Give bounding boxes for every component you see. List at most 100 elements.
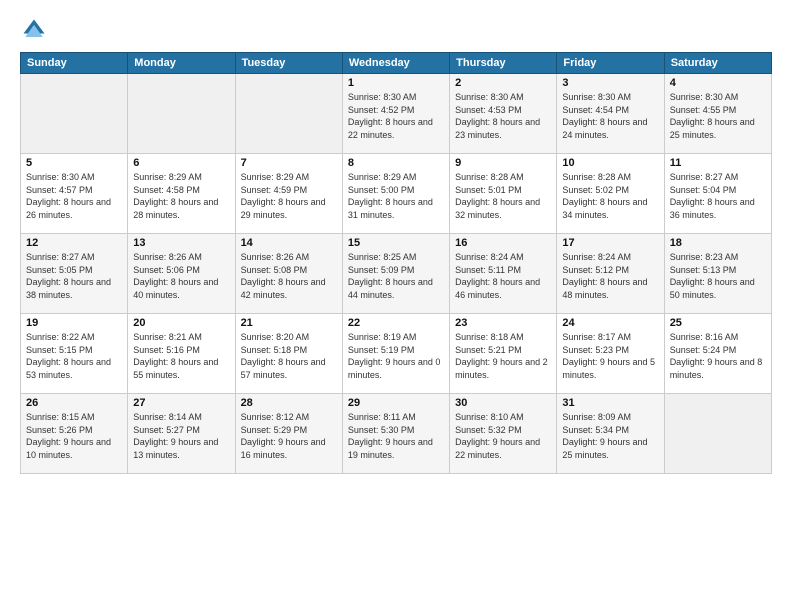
- day-cell: 14Sunrise: 8:26 AMSunset: 5:08 PMDayligh…: [235, 234, 342, 314]
- day-info: Sunrise: 8:29 AMSunset: 4:59 PMDaylight:…: [241, 171, 337, 221]
- day-number: 1: [348, 77, 444, 89]
- page: SundayMondayTuesdayWednesdayThursdayFrid…: [0, 0, 792, 612]
- day-cell: 30 Sunrise: 8:10 AMSunset: 5:32 PMDayligh…: [450, 394, 557, 474]
- day-info: Sunrise: 8:28 AMSunset: 5:02 PMDaylight:…: [562, 171, 658, 221]
- day-number: 5: [26, 157, 122, 169]
- weekday-header-row: SundayMondayTuesdayWednesdayThursdayFrid…: [21, 53, 772, 74]
- day-cell: 1 Sunrise: 8:30 AMSunset: 4:52 PMDaylight…: [342, 74, 449, 154]
- week-row-3: 12 Sunrise: 8:27 AMSunset: 5:05 PMDayligh…: [21, 234, 772, 314]
- day-number: 15: [348, 237, 444, 249]
- day-cell: 19 Sunrise: 8:22 AMSunset: 5:15 PMDayligh…: [21, 314, 128, 394]
- day-info: Sunrise: 8:25 AMSunset: 5:09 PMDaylight:…: [348, 251, 444, 301]
- day-cell: 5 Sunrise: 8:30 AMSunset: 4:57 PMDaylight…: [21, 154, 128, 234]
- day-cell: [664, 394, 771, 474]
- weekday-wednesday: Wednesday: [342, 53, 449, 74]
- day-info: Sunrise: 8:21 AMSunset: 5:16 PMDaylight:…: [133, 331, 229, 381]
- day-number: 20: [133, 317, 229, 329]
- day-number: 4: [670, 77, 766, 89]
- day-number: 7: [241, 157, 337, 169]
- day-number: 26: [26, 397, 122, 409]
- day-cell: 22Sunrise: 8:19 AMSunset: 5:19 PMDayligh…: [342, 314, 449, 394]
- day-info: Sunrise: 8:09 AMSunset: 5:34 PMDaylight:…: [562, 411, 658, 461]
- day-info: Sunrise: 8:30 AMSunset: 4:57 PMDaylight:…: [26, 171, 122, 221]
- day-info: Sunrise: 8:24 AMSunset: 5:12 PMDaylight:…: [562, 251, 658, 301]
- day-cell: 16 Sunrise: 8:24 AMSunset: 5:11 PMDayligh…: [450, 234, 557, 314]
- weekday-tuesday: Tuesday: [235, 53, 342, 74]
- day-cell: 12 Sunrise: 8:27 AMSunset: 5:05 PMDayligh…: [21, 234, 128, 314]
- day-cell: 9 Sunrise: 8:28 AMSunset: 5:01 PMDaylight…: [450, 154, 557, 234]
- day-cell: 15 Sunrise: 8:25 AMSunset: 5:09 PMDayligh…: [342, 234, 449, 314]
- day-number: 12: [26, 237, 122, 249]
- day-cell: 4 Sunrise: 8:30 AMSunset: 4:55 PMDaylight…: [664, 74, 771, 154]
- day-cell: 13 Sunrise: 8:26 AMSunset: 5:06 PMDayligh…: [128, 234, 235, 314]
- day-info: Sunrise: 8:22 AMSunset: 5:15 PMDaylight:…: [26, 331, 122, 381]
- week-row-1: 1 Sunrise: 8:30 AMSunset: 4:52 PMDaylight…: [21, 74, 772, 154]
- logo-icon: [20, 16, 48, 44]
- day-cell: 31 Sunrise: 8:09 AMSunset: 5:34 PMDayligh…: [557, 394, 664, 474]
- day-cell: 27Sunrise: 8:14 AMSunset: 5:27 PMDayligh…: [128, 394, 235, 474]
- day-info: Sunrise: 8:11 AMSunset: 5:30 PMDaylight:…: [348, 411, 444, 461]
- day-number: 18: [670, 237, 766, 249]
- day-number: 24: [562, 317, 658, 329]
- day-info: Sunrise: 8:18 AMSunset: 5:21 PMDaylight:…: [455, 331, 551, 381]
- day-number: 14: [241, 237, 337, 249]
- day-info: Sunrise: 8:28 AMSunset: 5:01 PMDaylight:…: [455, 171, 551, 221]
- day-info: Sunrise: 8:15 AMSunset: 5:26 PMDaylight:…: [26, 411, 122, 461]
- day-number: 28: [241, 397, 337, 409]
- day-cell: [128, 74, 235, 154]
- day-cell: 8 Sunrise: 8:29 AMSunset: 5:00 PMDaylight…: [342, 154, 449, 234]
- day-info: Sunrise: 8:10 AMSunset: 5:32 PMDaylight:…: [455, 411, 551, 461]
- day-number: 27: [133, 397, 229, 409]
- day-cell: 26 Sunrise: 8:15 AMSunset: 5:26 PMDayligh…: [21, 394, 128, 474]
- day-info: Sunrise: 8:27 AMSunset: 5:05 PMDaylight:…: [26, 251, 122, 301]
- logo: [20, 16, 52, 44]
- day-number: 23: [455, 317, 551, 329]
- day-info: Sunrise: 8:23 AMSunset: 5:13 PMDaylight:…: [670, 251, 766, 301]
- day-info: Sunrise: 8:29 AMSunset: 5:00 PMDaylight:…: [348, 171, 444, 221]
- day-number: 10: [562, 157, 658, 169]
- day-cell: 7 Sunrise: 8:29 AMSunset: 4:59 PMDaylight…: [235, 154, 342, 234]
- day-number: 19: [26, 317, 122, 329]
- day-cell: 17 Sunrise: 8:24 AMSunset: 5:12 PMDayligh…: [557, 234, 664, 314]
- day-number: 3: [562, 77, 658, 89]
- day-number: 9: [455, 157, 551, 169]
- day-number: 13: [133, 237, 229, 249]
- calendar-table: SundayMondayTuesdayWednesdayThursdayFrid…: [20, 52, 772, 474]
- day-info: Sunrise: 8:16 AMSunset: 5:24 PMDaylight:…: [670, 331, 766, 381]
- weekday-sunday: Sunday: [21, 53, 128, 74]
- day-info: Sunrise: 8:26 AMSunset: 5:06 PMDaylight:…: [133, 251, 229, 301]
- day-cell: 6Sunrise: 8:29 AMSunset: 4:58 PMDaylight…: [128, 154, 235, 234]
- header: [20, 16, 772, 44]
- day-info: Sunrise: 8:30 AMSunset: 4:55 PMDaylight:…: [670, 91, 766, 141]
- day-number: 30: [455, 397, 551, 409]
- day-number: 6: [133, 157, 229, 169]
- weekday-saturday: Saturday: [664, 53, 771, 74]
- day-number: 21: [241, 317, 337, 329]
- day-number: 17: [562, 237, 658, 249]
- day-info: Sunrise: 8:27 AMSunset: 5:04 PMDaylight:…: [670, 171, 766, 221]
- day-cell: 2Sunrise: 8:30 AMSunset: 4:53 PMDaylight…: [450, 74, 557, 154]
- day-info: Sunrise: 8:30 AMSunset: 4:54 PMDaylight:…: [562, 91, 658, 141]
- day-cell: 18 Sunrise: 8:23 AMSunset: 5:13 PMDayligh…: [664, 234, 771, 314]
- day-number: 16: [455, 237, 551, 249]
- day-cell: 23 Sunrise: 8:18 AMSunset: 5:21 PMDayligh…: [450, 314, 557, 394]
- week-row-4: 19 Sunrise: 8:22 AMSunset: 5:15 PMDayligh…: [21, 314, 772, 394]
- day-cell: 10 Sunrise: 8:28 AMSunset: 5:02 PMDayligh…: [557, 154, 664, 234]
- day-cell: 29 Sunrise: 8:11 AMSunset: 5:30 PMDayligh…: [342, 394, 449, 474]
- weekday-thursday: Thursday: [450, 53, 557, 74]
- weekday-monday: Monday: [128, 53, 235, 74]
- day-number: 2: [455, 77, 551, 89]
- day-cell: [235, 74, 342, 154]
- weekday-friday: Friday: [557, 53, 664, 74]
- day-info: Sunrise: 8:30 AMSunset: 4:52 PMDaylight:…: [348, 91, 444, 141]
- day-cell: 11Sunrise: 8:27 AMSunset: 5:04 PMDayligh…: [664, 154, 771, 234]
- week-row-5: 26 Sunrise: 8:15 AMSunset: 5:26 PMDayligh…: [21, 394, 772, 474]
- day-info: Sunrise: 8:17 AMSunset: 5:23 PMDaylight:…: [562, 331, 658, 381]
- day-number: 8: [348, 157, 444, 169]
- day-cell: 28Sunrise: 8:12 AMSunset: 5:29 PMDayligh…: [235, 394, 342, 474]
- day-number: 31: [562, 397, 658, 409]
- day-info: Sunrise: 8:24 AMSunset: 5:11 PMDaylight:…: [455, 251, 551, 301]
- day-number: 29: [348, 397, 444, 409]
- day-info: Sunrise: 8:20 AMSunset: 5:18 PMDaylight:…: [241, 331, 337, 381]
- day-number: 22: [348, 317, 444, 329]
